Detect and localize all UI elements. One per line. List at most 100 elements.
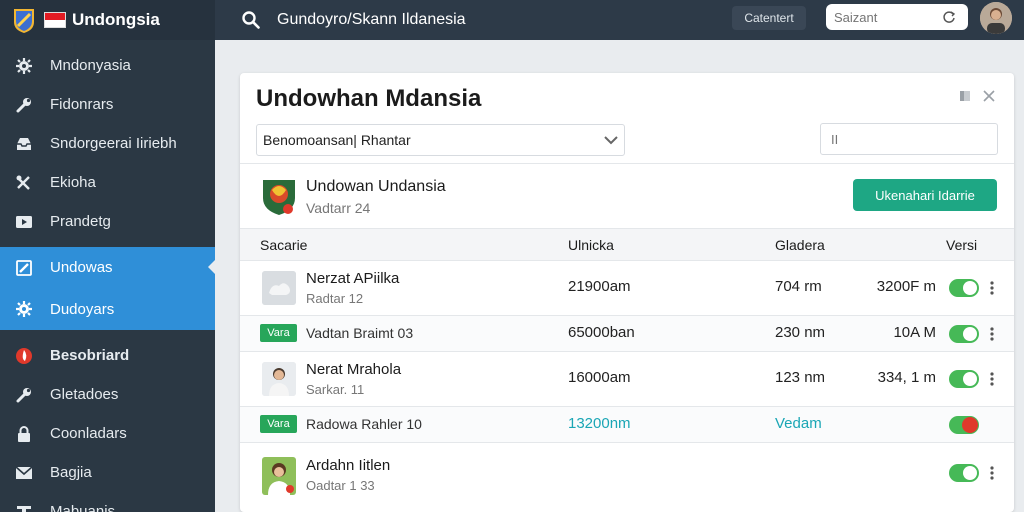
- wrench-icon: [14, 385, 34, 405]
- cell-ulnicka: 65000ban: [568, 324, 635, 341]
- sidebar-item-label: Undowas: [50, 259, 113, 276]
- gear-icon: [14, 299, 34, 319]
- refresh-icon[interactable]: [942, 10, 956, 24]
- gear-icon: [14, 56, 34, 76]
- inbox-icon: [14, 134, 34, 154]
- cell-gladera: 230 nm: [775, 324, 826, 341]
- sidebar-item-undowas[interactable]: Undowas: [0, 247, 215, 288]
- sidebar-item-coonladars[interactable]: Coonladars: [0, 414, 215, 453]
- table-header: Sacarie Ulnicka Gladera Versi: [240, 228, 1014, 261]
- flag-icon: [44, 12, 66, 28]
- item-name: Nerzat APiilka: [306, 270, 400, 287]
- item-name: Nerat Mrahola: [306, 361, 402, 378]
- cell-versi: 3200F m: [876, 278, 936, 295]
- cell-versi: 334, 1 m: [877, 369, 936, 386]
- select-value: Benomoansan| Rhantar: [263, 132, 411, 148]
- primary-action-button[interactable]: Ukenahari Idarrie: [853, 179, 997, 211]
- sidebar-item-label: Ekioha: [50, 174, 96, 191]
- sidebar-item-label: Dudoyars: [50, 300, 115, 318]
- video-icon: [14, 212, 34, 232]
- table-row[interactable]: Vara Radowa Rahler 10 13200nm Vedam: [240, 407, 1014, 443]
- active-caret: [208, 260, 215, 274]
- kebab-menu-icon[interactable]: [990, 372, 994, 386]
- item-thumbnail: [262, 271, 296, 305]
- column-header[interactable]: Gladera: [775, 237, 825, 253]
- filter-input[interactable]: [831, 131, 987, 147]
- cell-versi: 10A M: [893, 324, 936, 341]
- row-toggle[interactable]: [949, 464, 979, 482]
- brand-logo-icon: [10, 6, 38, 34]
- filter-field[interactable]: [820, 123, 998, 155]
- card-title: Undowhan Mdansia: [256, 85, 482, 112]
- user-avatar[interactable]: [980, 2, 1012, 34]
- sidebar-item-label: Bagjia: [50, 464, 92, 481]
- item-sub: Sarkar. 11: [306, 382, 365, 397]
- search-input[interactable]: [834, 9, 942, 25]
- sidebar-item-gletadoes[interactable]: Gletadoes: [0, 375, 215, 414]
- item-name: Radowa Rahler 10: [306, 416, 422, 432]
- sidebar: Mndonyasia Fidonrars Sndorgeerai Iiriebh…: [0, 40, 215, 512]
- sidebar-item-fidonrars[interactable]: Fidonrars: [0, 85, 215, 124]
- mail-icon: [14, 463, 34, 483]
- sidebar-item-label: Fidonrars: [50, 96, 114, 113]
- top-search-box[interactable]: [826, 4, 968, 30]
- wrench-icon: [14, 95, 34, 115]
- status-badge: Vara: [260, 415, 297, 433]
- row-toggle[interactable]: [949, 279, 979, 297]
- cell-gladera: Vedam: [775, 415, 822, 432]
- sidebar-item-prandetg[interactable]: Prandetg: [0, 202, 215, 241]
- sidebar-item-ekioha[interactable]: Ekioha: [0, 163, 215, 202]
- pin-icon[interactable]: [958, 89, 972, 103]
- item-name: Vadtan Braimt 03: [306, 325, 414, 341]
- cell-ulnicka: 16000am: [568, 369, 631, 386]
- sidebar-item-label: Coonladars: [50, 425, 127, 442]
- page-title: Gundoyro/Skann Ildanesia: [277, 11, 466, 28]
- kebab-menu-icon[interactable]: [990, 281, 994, 295]
- close-icon[interactable]: [982, 89, 996, 103]
- row-toggle[interactable]: [949, 325, 979, 343]
- app-emblem-icon: [260, 176, 298, 216]
- table-row[interactable]: Vara Vadtan Braimt 03 65000ban 230 nm 10…: [240, 316, 1014, 352]
- app-summary: Undowan Undansia Vadtarr 24 Ukenahari Id…: [240, 164, 1014, 228]
- sidebar-item-besobriard[interactable]: Besobriard: [0, 336, 215, 375]
- row-toggle[interactable]: [949, 416, 979, 434]
- top-bar: Undongsia Gundoyro/Skann Ildanesia Caten…: [0, 0, 1024, 40]
- column-header[interactable]: Sacarie: [260, 237, 307, 253]
- sidebar-item-sndorgeerai[interactable]: Sndorgeerai Iiriebh: [0, 124, 215, 163]
- item-sub: Oadtar 1 33: [306, 478, 375, 493]
- item-name: Ardahn Iitlen: [306, 457, 391, 474]
- app-name: Undowan Undansia: [306, 178, 446, 195]
- flame-icon: [14, 346, 34, 366]
- lock-icon: [14, 424, 34, 444]
- cell-ulnicka: 13200nm: [568, 415, 631, 432]
- item-sub: Radtar 12: [306, 291, 364, 306]
- column-header[interactable]: Ulnicka: [568, 237, 614, 253]
- sidebar-item-bagjia[interactable]: Bagjia: [0, 453, 215, 492]
- sidebar-item-mndonyasia[interactable]: Mndonyasia: [0, 46, 215, 85]
- main-card: Undowhan Mdansia Benomoansan| Rhantar Un…: [240, 73, 1014, 512]
- text-icon: [14, 502, 34, 512]
- item-thumbnail: [262, 362, 296, 396]
- item-thumbnail: [262, 457, 296, 495]
- chevron-down-icon: [604, 136, 618, 145]
- table-row[interactable]: Ardahn Iitlen Oadtar 1 33: [240, 443, 1014, 498]
- search-icon[interactable]: [241, 10, 261, 30]
- kebab-menu-icon[interactable]: [990, 466, 994, 480]
- status-badge: Vara: [260, 324, 297, 342]
- table-row[interactable]: Nerzat APiilka Radtar 12 21900am 704 rm …: [240, 261, 1014, 316]
- sidebar-item-label: Prandetg: [50, 213, 111, 230]
- sidebar-item-label: Mabuanis: [50, 503, 116, 512]
- top-action-button[interactable]: Catentert: [732, 6, 806, 30]
- tools-icon: [14, 173, 34, 193]
- category-select[interactable]: Benomoansan| Rhantar: [256, 124, 625, 156]
- sidebar-item-label: Sndorgeerai Iiriebh: [50, 135, 177, 152]
- kebab-menu-icon[interactable]: [990, 327, 994, 341]
- table-row[interactable]: Nerat Mrahola Sarkar. 11 16000am 123 nm …: [240, 352, 1014, 407]
- sidebar-item-dudoyars[interactable]: Dudoyars: [0, 288, 215, 330]
- column-header[interactable]: Versi: [946, 237, 977, 253]
- app-version: Vadtarr 24: [306, 200, 371, 216]
- brand[interactable]: Undongsia: [0, 0, 215, 40]
- sidebar-item-mabuanis[interactable]: Mabuanis: [0, 492, 215, 512]
- row-toggle[interactable]: [949, 370, 979, 388]
- brand-title: Undongsia: [72, 10, 160, 29]
